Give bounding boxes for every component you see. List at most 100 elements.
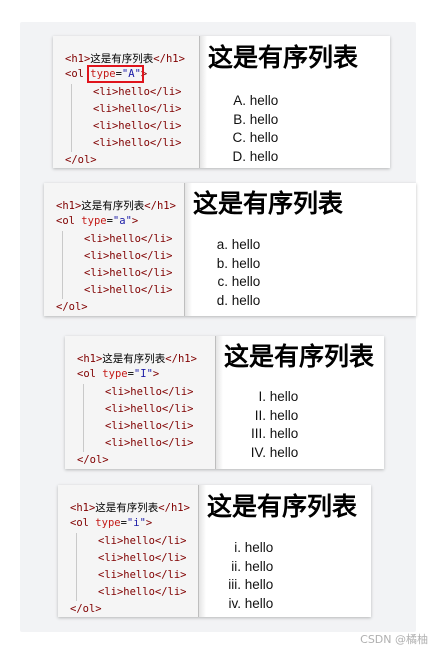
- code-line-li: <li>hello</li>: [84, 250, 173, 262]
- rendered-output: 这是有序列表 A. hello B. hello C. hello D. hello: [200, 36, 390, 168]
- rendered-list-item: II. hello: [238, 407, 299, 423]
- rendered-list-item: iii. hello: [219, 577, 273, 592]
- code-line-h1: <h1>这是有序列表</h1>: [65, 51, 185, 66]
- list-item-text: hello: [244, 595, 274, 611]
- code-line-ol-close: </ol>: [70, 603, 102, 615]
- li-element: <li>hello</li>: [98, 569, 187, 581]
- ol-close-tag: </ol>: [77, 454, 109, 466]
- code-line-ol-open: <ol type="i">: [70, 517, 152, 529]
- code-editor: <h1>这是有序列表</h1> <ol type="A"> <li>hello</l…: [53, 36, 207, 168]
- example-panel: <h1>这是有序列表</h1> <ol type="a"> <li>hello</l…: [44, 183, 416, 316]
- rendered-list-item: D. hello: [224, 148, 279, 164]
- type-attribute: type="i": [95, 517, 146, 529]
- li-element: <li>hello</li>: [84, 250, 173, 262]
- li-element: <li>hello</li>: [105, 403, 194, 415]
- rendered-heading: 这是有序列表: [208, 43, 359, 72]
- li-element: <li>hello</li>: [105, 386, 194, 398]
- csdn-watermark: CSDN @橘柚: [360, 633, 428, 646]
- list-item-text: hello: [249, 111, 279, 127]
- code-line-h1: <h1>这是有序列表</h1>: [56, 198, 176, 213]
- code-line-ol-close: </ol>: [56, 301, 88, 313]
- rendered-output: 这是有序列表 I. hello II. hello III. hello IV. hel…: [216, 336, 384, 469]
- list-marker: C.: [232, 130, 247, 145]
- rendered-heading: 这是有序列表: [193, 189, 344, 218]
- li-element: <li>hello</li>: [98, 552, 187, 564]
- li-element: <li>hello</li>: [84, 284, 173, 296]
- code-line-ol-close: </ol>: [65, 154, 97, 166]
- li-element: <li>hello</li>: [84, 267, 173, 279]
- example-panel: <h1>这是有序列表</h1> <ol type="A"> <li>hello</l…: [53, 36, 390, 168]
- rendered-list-item: I. hello: [238, 389, 298, 404]
- li-element: <li>hello</li>: [98, 535, 187, 547]
- list-marker: i.: [234, 540, 241, 555]
- h1-code-text: 这是有序列表: [81, 200, 145, 212]
- code-editor: <h1>这是有序列表</h1> <ol type="i"> <li>hello</l…: [58, 485, 206, 617]
- indent-guide: [83, 384, 84, 452]
- rendered-list-item: c. hello: [210, 274, 260, 289]
- h1-close-tag: </h1>: [158, 502, 190, 514]
- li-element: <li>hello</li>: [105, 420, 194, 432]
- attr-value: "i": [126, 517, 146, 529]
- type-attribute: type="a": [81, 215, 132, 227]
- li-element: <li>hello</li>: [84, 233, 173, 245]
- ol-open-end: >: [152, 368, 160, 380]
- attr-name: type: [102, 368, 128, 380]
- code-line-li: <li>hello</li>: [98, 552, 187, 564]
- list-marker: IV.: [250, 444, 266, 460]
- list-item-text: hello: [249, 93, 279, 108]
- ol-close-tag: </ol>: [56, 301, 88, 313]
- code-line-li: <li>hello</li>: [84, 284, 173, 296]
- code-editor: <h1>这是有序列表</h1> <ol type="I"> <li>hello</l…: [65, 336, 223, 469]
- code-line-li: <li>hello</li>: [93, 120, 182, 132]
- attr-name: type: [95, 517, 121, 529]
- ol-open-tag: <ol: [65, 68, 84, 80]
- list-item-text: hello: [269, 389, 299, 404]
- code-editor: <h1>这是有序列表</h1> <ol type="a"> <li>hello</l…: [44, 183, 192, 316]
- rendered-list-item: i. hello: [219, 540, 273, 555]
- rendered-list-item: ii. hello: [219, 559, 273, 574]
- example-panel: <h1>这是有序列表</h1> <ol type="I"> <li>hello</l…: [65, 336, 384, 469]
- h1-code-text: 这是有序列表: [95, 502, 159, 514]
- ol-open-end: >: [131, 215, 139, 227]
- example-panel: <h1>这是有序列表</h1> <ol type="i"> <li>hello</l…: [58, 485, 371, 617]
- rendered-output: 这是有序列表 a. hello b. hello c. hello d. hello: [185, 183, 416, 316]
- list-marker: A.: [233, 93, 246, 108]
- attr-name: type: [90, 68, 116, 80]
- list-item-text: hello: [231, 292, 261, 308]
- attr-value: "A": [121, 68, 141, 80]
- list-marker: B.: [233, 111, 246, 127]
- ol-open-end: >: [145, 517, 153, 529]
- list-item-text: hello: [244, 558, 274, 574]
- list-item-text: hello: [269, 444, 299, 460]
- rendered-list-item: A. hello: [224, 93, 278, 108]
- rendered-heading: 这是有序列表: [207, 492, 358, 521]
- type-attribute: type="I": [102, 368, 153, 380]
- list-marker: c.: [217, 274, 228, 289]
- rendered-list-item: B. hello: [224, 112, 278, 127]
- type-attribute-highlight: type="A": [87, 65, 144, 83]
- list-item-text: hello: [269, 426, 299, 441]
- ol-close-tag: </ol>: [70, 603, 102, 615]
- list-item-text: hello: [249, 148, 279, 164]
- code-line-li: <li>hello</li>: [84, 267, 173, 279]
- h1-open-tag: <h1>: [65, 53, 91, 65]
- list-marker: III.: [250, 426, 266, 441]
- code-line-li: <li>hello</li>: [93, 137, 182, 149]
- list-marker: II.: [254, 407, 266, 423]
- list-marker: iv.: [228, 595, 242, 611]
- code-line-ol-open: <ol type="A">: [65, 65, 148, 83]
- rendered-list-item: a. hello: [210, 237, 261, 252]
- li-element: <li>hello</li>: [98, 586, 187, 598]
- h1-open-tag: <h1>: [70, 502, 96, 514]
- code-line-ol-close: </ol>: [77, 454, 109, 466]
- attr-value: "a": [112, 215, 132, 227]
- h1-close-tag: </h1>: [144, 200, 176, 212]
- h1-close-tag: </h1>: [165, 353, 197, 365]
- h1-close-tag: </h1>: [153, 53, 185, 65]
- rendered-heading: 这是有序列表: [224, 342, 375, 371]
- li-element: <li>hello</li>: [93, 137, 182, 149]
- li-element: <li>hello</li>: [93, 103, 182, 115]
- list-marker: a.: [216, 237, 228, 252]
- ol-open-end: >: [140, 68, 148, 80]
- h1-open-tag: <h1>: [56, 200, 82, 212]
